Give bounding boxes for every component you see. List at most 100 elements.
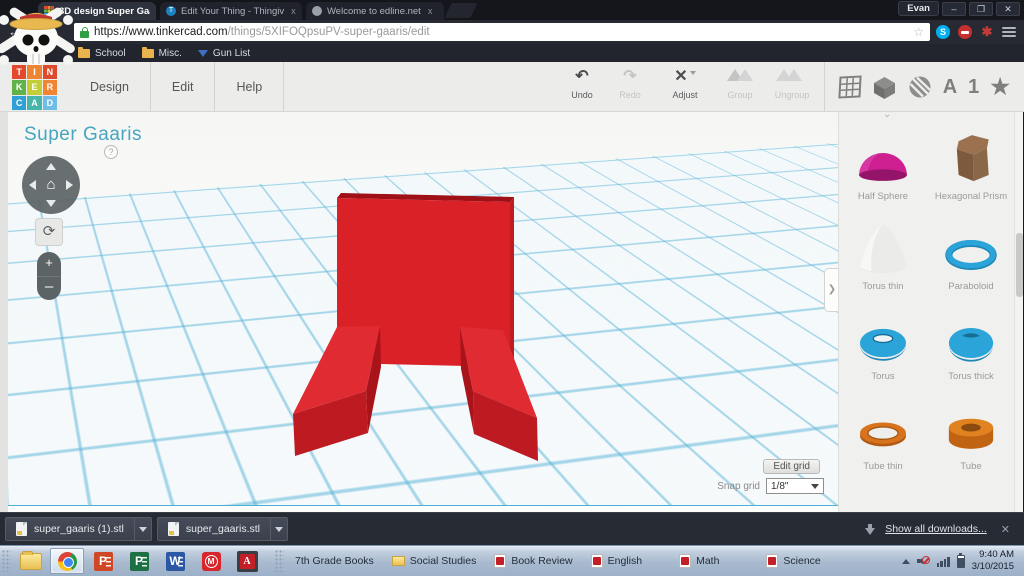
download-menu-arrow[interactable]: [135, 518, 151, 540]
bookmark-school[interactable]: School: [78, 48, 126, 59]
bookmark-gun-list[interactable]: Gun List: [198, 48, 250, 59]
zoom-out-button[interactable]: –: [37, 276, 61, 300]
ungroup-button[interactable]: Ungroup: [764, 66, 820, 100]
symbols-icon[interactable]: ★: [990, 74, 1010, 100]
tab-edline[interactable]: Welcome to edline.net x: [306, 2, 444, 20]
sidebar-collapse-handle[interactable]: ❯: [824, 268, 838, 312]
makerbot-taskbar-button[interactable]: M: [194, 548, 228, 574]
view-home-icon[interactable]: ⌂: [46, 176, 55, 193]
pirate-theme-logo: [0, 0, 80, 72]
tab-thingiverse[interactable]: T Edit Your Thing - Thingiv x: [160, 2, 302, 20]
download-menu-arrow[interactable]: [271, 518, 287, 540]
shelf-close-icon[interactable]: ✕: [997, 523, 1014, 536]
tab-close-icon[interactable]: x: [428, 6, 433, 16]
publisher-taskbar-button[interactable]: P: [122, 548, 156, 574]
restore-button[interactable]: ❐: [969, 2, 993, 16]
minimize-button[interactable]: –: [942, 2, 966, 16]
shape-torus-thick[interactable]: Torus thick: [927, 300, 1014, 390]
adjust-button[interactable]: ✕ Adjust: [654, 66, 716, 100]
toolbar-english[interactable]: English: [591, 554, 642, 568]
tray-expand-icon[interactable]: [902, 559, 910, 564]
ball-icon[interactable]: [908, 75, 932, 99]
snap-grid-select[interactable]: 1/8": [766, 478, 824, 494]
hexagonal-prism-icon: [940, 131, 1002, 187]
design-title: Super Gaaris: [24, 124, 142, 146]
shape-paraboloid[interactable]: Torus thin: [839, 210, 927, 300]
pdf-icon: [766, 554, 778, 568]
orbit-left-icon[interactable]: [29, 180, 36, 190]
adobe-taskbar-button[interactable]: A: [230, 548, 264, 574]
scrollbar-thumb[interactable]: [1016, 233, 1023, 297]
help-badge[interactable]: ?: [104, 145, 118, 159]
orbit-down-icon[interactable]: [46, 200, 56, 207]
letters-icon[interactable]: A: [943, 76, 957, 99]
word-icon: W: [166, 552, 185, 571]
workplane-icon[interactable]: [838, 75, 861, 98]
group-icon: [716, 66, 764, 90]
rotate-view-button[interactable]: ⟳: [35, 218, 63, 246]
browser-menu-icon[interactable]: [1002, 26, 1016, 38]
tab-title: Welcome to edline.net: [327, 6, 421, 17]
download-item[interactable]: super_gaaris (1).stl: [5, 517, 152, 541]
toolbar-math[interactable]: Math: [679, 554, 719, 568]
chrome-taskbar-button[interactable]: [50, 548, 84, 574]
url-path: /things/5XIFOQpsuPV-super-gaaris/edit: [228, 26, 430, 38]
tube-icon: [940, 407, 1002, 457]
group-button[interactable]: Group: [716, 66, 764, 100]
download-shelf: super_gaaris (1).stl super_gaaris.stl Sh…: [0, 512, 1024, 545]
new-tab-button[interactable]: [445, 3, 478, 18]
bookmark-misc[interactable]: Misc.: [142, 48, 182, 59]
menu-design[interactable]: Design: [68, 62, 151, 112]
bookmark-star-icon[interactable]: ☆: [913, 25, 924, 39]
toolbar-7th-grade-books[interactable]: 7th Grade Books: [295, 555, 374, 567]
zoom-in-button[interactable]: +: [37, 252, 61, 276]
taskbar-clock[interactable]: 9:40 AM 3/10/2015: [972, 549, 1018, 573]
shape-hexagonal-prism[interactable]: Hexagonal Prism: [927, 120, 1014, 210]
profile-button[interactable]: Evan: [898, 1, 939, 16]
cube-icon[interactable]: [872, 75, 897, 100]
shape-tube-thin[interactable]: Tube thin: [839, 390, 927, 480]
bookmark-label: Misc.: [159, 48, 182, 59]
left-gutter: [0, 112, 8, 512]
toolbar-grip: [275, 550, 284, 572]
starburst-extension-icon[interactable]: ✱: [980, 25, 994, 39]
word-taskbar-button[interactable]: W: [158, 548, 192, 574]
skype-extension-icon[interactable]: S: [936, 25, 950, 39]
shape-torus[interactable]: Torus: [839, 300, 927, 390]
orbit-right-icon[interactable]: [66, 180, 73, 190]
toolbar-book-review[interactable]: Book Review: [494, 554, 572, 568]
powerpoint-taskbar-button[interactable]: P: [86, 548, 120, 574]
shape-tube[interactable]: Tube: [927, 390, 1014, 480]
redo-button[interactable]: ↷ Redo: [606, 66, 654, 100]
edit-grid-button[interactable]: Edit grid: [763, 459, 820, 474]
adblock-extension-icon[interactable]: [958, 25, 972, 39]
undo-button[interactable]: ↶ Undo: [558, 66, 606, 100]
orbit-up-icon[interactable]: [46, 163, 56, 170]
browser-tab-strip: 3D design Super Gaaris | T T Edit Your T…: [0, 0, 1024, 20]
toolbar-science[interactable]: Science: [766, 554, 820, 568]
download-item[interactable]: super_gaaris.stl: [157, 517, 288, 541]
model-super-gaaris[interactable]: [8, 112, 838, 512]
menu-help[interactable]: Help: [215, 62, 284, 112]
tab-close-icon[interactable]: x: [291, 6, 296, 16]
menu-edit[interactable]: Edit: [151, 62, 216, 112]
powerpoint-icon: P: [94, 552, 113, 571]
panel-scroll-up-icon[interactable]: ⌄: [883, 112, 891, 120]
view-orbit-control[interactable]: ⌂: [22, 156, 80, 214]
panel-scrollbar[interactable]: [1014, 112, 1023, 512]
show-all-downloads-link[interactable]: Show all downloads...: [885, 523, 987, 535]
toolbar-social-studies[interactable]: Social Studies: [392, 555, 477, 567]
shape-partial[interactable]: [839, 480, 927, 512]
volume-muted-icon[interactable]: [917, 555, 930, 567]
close-button[interactable]: ✕: [996, 2, 1020, 16]
address-bar[interactable]: https://www.tinkercad.com /things/5XIFOQ…: [74, 23, 930, 41]
numbers-icon[interactable]: 1: [968, 76, 979, 99]
shape-torus-thin[interactable]: Paraboloid: [927, 210, 1014, 300]
explorer-taskbar-button[interactable]: [14, 548, 48, 574]
clock-date: 3/10/2015: [972, 561, 1014, 573]
network-signal-icon[interactable]: [937, 556, 950, 567]
shape-half-sphere[interactable]: Half Sphere: [839, 120, 927, 210]
file-icon: [168, 522, 179, 536]
design-viewport[interactable]: Super Gaaris ⌂ ? ⟳ + – Edit grid Snap gr…: [8, 112, 838, 512]
battery-icon[interactable]: [957, 555, 965, 568]
